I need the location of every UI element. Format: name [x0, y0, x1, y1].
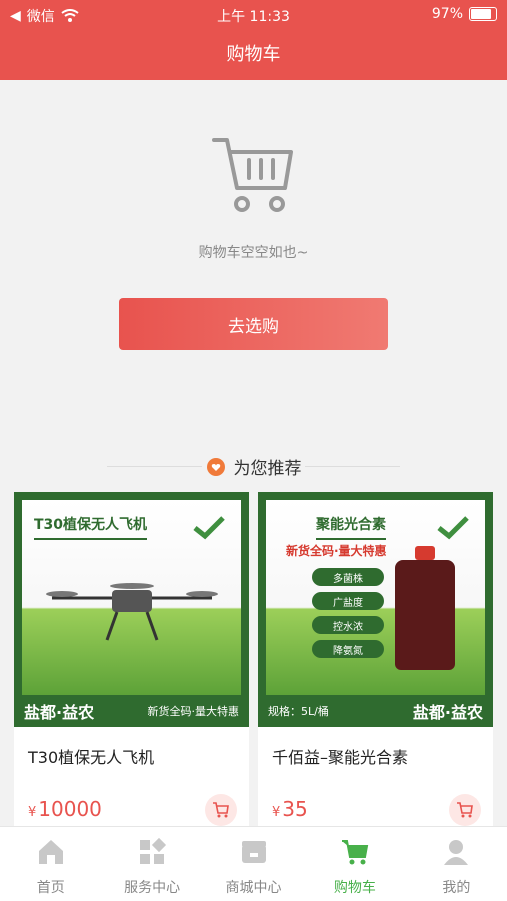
- empty-cart-state: 购物车空空如也~: [0, 130, 507, 262]
- tab-cart[interactable]: 购物车: [304, 827, 405, 901]
- go-shopping-button[interactable]: 去选购: [119, 298, 388, 350]
- image-title: 聚能光合素: [316, 514, 386, 540]
- product-name[interactable]: 千佰益–聚能光合素: [272, 744, 408, 768]
- add-to-cart-button[interactable]: [205, 794, 237, 826]
- tab-label: 商城中心: [225, 880, 282, 896]
- tab-mall[interactable]: 商城中心: [203, 827, 304, 901]
- image-caption-bar: 规格：5L/桶 盐都·益农: [258, 695, 493, 727]
- tab-label: 服务中心: [124, 880, 181, 896]
- checkmark-logo-icon: [193, 516, 225, 540]
- service-icon: [140, 837, 167, 864]
- feature-pill: 广盐度: [312, 592, 384, 610]
- cart-add-icon: [213, 802, 229, 818]
- product-price: ¥10000: [28, 797, 102, 821]
- status-bar: ◀ 微信 上午 11:33 97%: [0, 0, 507, 28]
- profile-icon: [444, 840, 469, 865]
- bottom-tab-bar: 首页 服务中心 商城中心 购物车 我的: [0, 826, 507, 901]
- bottle-image: [395, 546, 455, 670]
- image-slogan: 新货全码·量大特惠: [147, 705, 240, 718]
- tab-home[interactable]: 首页: [0, 827, 101, 901]
- battery-percent: 97%: [431, 6, 463, 22]
- mall-icon: [241, 841, 266, 863]
- tab-label: 我的: [442, 880, 471, 896]
- image-subtitle: 新货全码·量大特惠: [286, 544, 387, 558]
- feature-pill: 控水浓: [312, 616, 384, 634]
- divider-left: [107, 466, 202, 467]
- battery-icon: [469, 7, 497, 21]
- empty-cart-message: 购物车空空如也~: [198, 245, 309, 261]
- app-header: ◀ 微信 上午 11:33 97% 购物车: [0, 0, 507, 80]
- status-right: 97%: [432, 6, 497, 22]
- tab-label: 购物车: [333, 880, 376, 896]
- add-to-cart-button[interactable]: [449, 794, 481, 826]
- product-card[interactable]: 聚能光合素 新货全码·量大特惠 多菌株 广盐度 控水浓 降氨氮 规格：5L/桶 …: [258, 492, 493, 832]
- product-name[interactable]: T30植保无人飞机: [28, 744, 154, 768]
- image-brand: 盐都·益农: [412, 703, 483, 722]
- product-image[interactable]: T30植保无人飞机 盐都·益农 新货全码·量大特惠: [14, 492, 249, 727]
- tab-profile[interactable]: 我的: [406, 827, 507, 901]
- tab-service[interactable]: 服务中心: [101, 827, 202, 901]
- recommend-header: 为您推荐: [0, 454, 507, 482]
- page-title: 购物车: [226, 44, 281, 65]
- divider-right: [305, 466, 400, 467]
- product-card[interactable]: T30植保无人飞机 盐都·益农 新货全码·量大特惠 T30植保无人飞机 ¥100…: [14, 492, 249, 832]
- tab-label: 首页: [36, 880, 65, 896]
- cart-add-icon: [457, 802, 473, 818]
- home-icon: [38, 840, 63, 864]
- image-brand: 盐都·益农: [24, 703, 95, 722]
- product-image[interactable]: 聚能光合素 新货全码·量大特惠 多菌株 广盐度 控水浓 降氨氮 规格：5L/桶 …: [258, 492, 493, 727]
- cart-icon: [341, 840, 369, 865]
- image-spec: 规格：5L/桶: [268, 705, 329, 718]
- image-title: T30植保无人飞机: [34, 514, 148, 540]
- recommend-title: 为您推荐: [233, 459, 302, 479]
- drone-image: [46, 583, 218, 641]
- empty-cart-icon: [211, 138, 293, 212]
- feature-pill: 降氨氮: [312, 640, 384, 658]
- feature-pill: 多菌株: [312, 568, 384, 586]
- heart-icon: [206, 457, 225, 476]
- checkmark-logo-icon: [437, 516, 469, 540]
- product-price: ¥35: [272, 797, 308, 821]
- image-caption-bar: 盐都·益农 新货全码·量大特惠: [14, 695, 249, 727]
